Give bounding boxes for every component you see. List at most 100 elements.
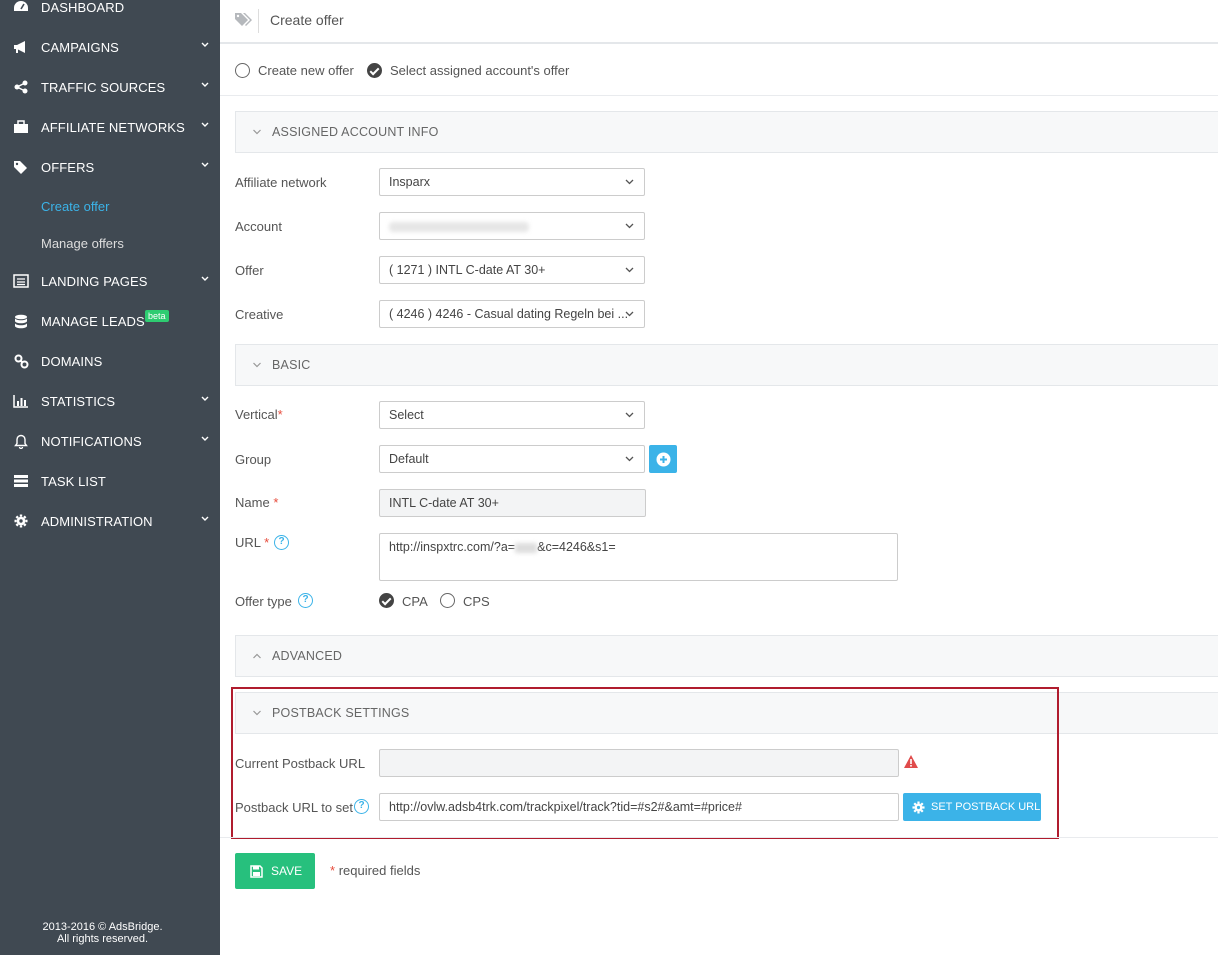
chevron-down-icon (201, 516, 209, 521)
save-button[interactable]: SAVE (235, 853, 315, 889)
help-icon[interactable]: ? (298, 593, 313, 608)
required-fields-note: * required fields (330, 863, 421, 878)
create-new-offer-radio[interactable] (235, 63, 250, 78)
vertical-label: Vertical* (235, 407, 283, 422)
beta-badge: beta (145, 310, 169, 322)
share-icon (13, 79, 29, 95)
sidebar-item-label: STATISTICS (41, 393, 116, 409)
affiliate-network-label: Affiliate network (235, 175, 327, 190)
sidebar-item-label: ADMINISTRATION (41, 513, 153, 529)
chevron-down-icon (201, 122, 209, 127)
redacted-url-part (515, 542, 538, 553)
chevron-down-icon (201, 396, 209, 401)
name-field[interactable]: INTL C-date AT 30+ (379, 489, 646, 517)
section-title: BASIC (272, 358, 311, 372)
section-advanced[interactable]: ADVANCED (235, 635, 1218, 677)
offer-select[interactable]: ( 1271 ) INTL C-date AT 30+ (379, 256, 645, 284)
sidebar-item-label: OFFERS (41, 159, 95, 175)
create-new-offer-label[interactable]: Create new offer (258, 63, 354, 78)
page-title: Create offer (270, 12, 344, 28)
chevron-down-icon (625, 311, 634, 317)
chevron-down-icon (201, 162, 209, 167)
tags-icon (235, 13, 252, 26)
chevron-down-icon (625, 412, 634, 418)
sidebar: DASHBOARD CAMPAIGNS TRAFFIC SOURCES AFFI… (0, 0, 220, 955)
offer-type-cpa-radio[interactable] (379, 593, 394, 608)
sidebar-item-label: CAMPAIGNS (41, 39, 119, 55)
offer-type-cps-label[interactable]: CPS (463, 594, 490, 609)
help-icon[interactable]: ? (274, 535, 289, 550)
sidebar-item-label: DASHBOARD (41, 0, 125, 15)
chevron-down-icon (625, 179, 634, 185)
section-basic[interactable]: BASIC (235, 344, 1218, 386)
sidebar-item-offers[interactable]: OFFERS (0, 147, 220, 187)
section-title: ADVANCED (272, 649, 343, 663)
postback-highlight-frame (231, 687, 1059, 839)
select-assigned-offer-label[interactable]: Select assigned account's offer (390, 63, 569, 78)
dashboard-icon (13, 0, 29, 15)
megaphone-icon (13, 39, 29, 55)
select-assigned-offer-radio[interactable] (367, 63, 382, 78)
account-select[interactable] (379, 212, 645, 240)
name-label: Name * (235, 495, 279, 510)
add-group-button[interactable] (649, 445, 677, 473)
sidebar-item-campaigns[interactable]: CAMPAIGNS (0, 27, 220, 67)
chevron-down-icon (201, 436, 209, 441)
header-divider (258, 9, 259, 33)
sidebar-item-label: LANDING PAGES (41, 273, 148, 289)
offer-type-cps-radio[interactable] (440, 593, 455, 608)
sidebar-item-label: MANAGE LEADS (41, 313, 145, 329)
page-header: Create offer (220, 0, 1218, 44)
tasks-icon (13, 473, 29, 489)
bar-chart-icon (13, 393, 29, 409)
floppy-disk-icon (250, 864, 263, 878)
chevron-down-icon (253, 129, 261, 135)
chevron-down-icon (201, 82, 209, 87)
gear-icon (13, 513, 29, 529)
main-content: Create offer Create new offer Select ass… (220, 0, 1218, 955)
sidebar-item-dashboard[interactable]: DASHBOARD (0, 0, 220, 27)
group-label: Group (235, 452, 272, 467)
copyright: 2013-2016 © AdsBridge. All rights reserv… (42, 921, 163, 945)
section-assigned-account-info[interactable]: ASSIGNED ACCOUNT INFO (235, 111, 1218, 153)
link-icon (13, 353, 29, 369)
chevron-up-icon (253, 653, 261, 659)
creative-label: Creative (235, 307, 284, 322)
affiliate-network-select[interactable]: Insparx (379, 168, 645, 196)
vertical-select[interactable]: Select (379, 401, 645, 429)
sidebar-item-notifications[interactable]: NOTIFICATIONS (0, 421, 220, 461)
sidebar-item-domains[interactable]: DOMAINS (0, 341, 220, 381)
form-divider (220, 837, 1218, 838)
sidebar-item-administration[interactable]: ADMINISTRATION (0, 501, 220, 541)
sidebar-item-traffic-sources[interactable]: TRAFFIC SOURCES (0, 67, 220, 107)
chevron-down-icon (625, 223, 634, 229)
group-select[interactable]: Default (379, 445, 645, 473)
account-label: Account (235, 219, 282, 234)
sidebar-item-statistics[interactable]: STATISTICS (0, 381, 220, 421)
sidebar-item-label: TASK LIST (41, 473, 106, 489)
redacted-account-value (389, 222, 529, 232)
chevron-down-icon (253, 362, 261, 368)
offer-type-cpa-label[interactable]: CPA (402, 594, 428, 609)
url-field[interactable]: http://inspxtrc.com/?a= &c=4246&s1= (379, 533, 898, 581)
creative-select[interactable]: ( 4246 ) 4246 - Casual dating Regeln bei… (379, 300, 645, 328)
sidebar-item-label: DOMAINS (41, 353, 103, 369)
chevron-down-icon (625, 267, 634, 273)
sidebar-item-label: NOTIFICATIONS (41, 433, 142, 449)
sidebar-subitem-create-offer[interactable]: Create offer (41, 199, 109, 214)
sidebar-item-task-list[interactable]: TASK LIST (0, 461, 220, 501)
sidebar-item-label: AFFILIATE NETWORKS (41, 119, 185, 135)
database-icon (13, 313, 29, 329)
sidebar-subitem-manage-offers[interactable]: Manage offers (41, 236, 124, 251)
url-label: URL * (235, 535, 270, 550)
sidebar-item-affiliate-networks[interactable]: AFFILIATE NETWORKS (0, 107, 220, 147)
chevron-down-icon (201, 276, 209, 281)
sidebar-item-label: TRAFFIC SOURCES (41, 79, 166, 95)
section-title: ASSIGNED ACCOUNT INFO (272, 125, 439, 139)
plus-circle-icon (656, 452, 670, 466)
bell-icon (13, 433, 29, 449)
offer-type-label: Offer type (235, 594, 292, 609)
sidebar-item-landing-pages[interactable]: LANDING PAGES (0, 261, 220, 301)
sidebar-item-manage-leads[interactable]: MANAGE LEADS (0, 301, 220, 341)
briefcase-icon (13, 119, 29, 135)
